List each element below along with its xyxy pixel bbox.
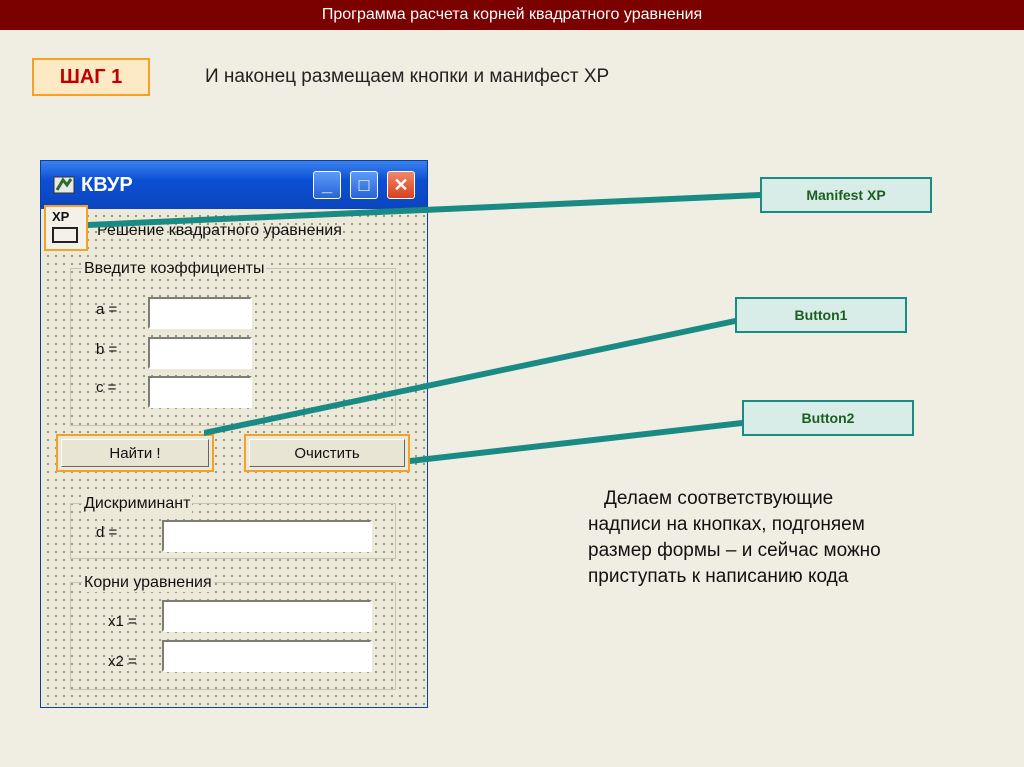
- description-text: Делаем соответствующие надписи на кнопка…: [588, 488, 881, 587]
- callout-button2: Button2: [742, 400, 914, 436]
- callout-button1: Button1: [735, 297, 907, 333]
- manifest-connector: [88, 192, 760, 228]
- callout-connectors: [88, 192, 760, 464]
- button2-connector: [410, 420, 742, 464]
- callout-manifest-xp: Manifest XP: [760, 177, 932, 213]
- button1-connector: [204, 318, 735, 436]
